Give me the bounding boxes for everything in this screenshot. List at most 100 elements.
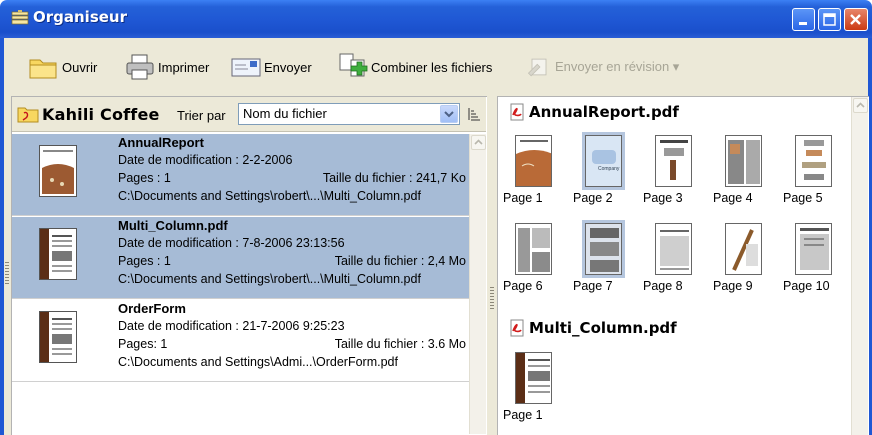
page-thumbnail bbox=[582, 220, 625, 278]
close-icon bbox=[850, 14, 861, 25]
sort-direction-icon[interactable] bbox=[467, 107, 481, 121]
file-row[interactable]: OrderForm Date de modification : 21-7-20… bbox=[12, 300, 476, 382]
page-label: Page 6 bbox=[503, 279, 543, 293]
pdf-icon bbox=[510, 103, 524, 121]
window-title: Organiseur bbox=[33, 8, 128, 26]
page-label: Page 1 bbox=[503, 191, 543, 205]
page-label: Page 1 bbox=[503, 408, 543, 422]
document-title: AnnualReport.pdf bbox=[508, 103, 679, 121]
send-for-review-button[interactable]: Envoyer en révision ▾ bbox=[525, 51, 679, 83]
page-thumbnail-cell[interactable]: Page 1 bbox=[503, 135, 565, 205]
page-thumbnail-cell[interactable]: Company Page 2 bbox=[573, 132, 635, 205]
pages-preview-pane: AnnualReport.pdf Page 1 Company Page 2 Page… bbox=[497, 96, 869, 435]
page-thumbnail bbox=[515, 223, 552, 275]
send-label[interactable]: Envoyer bbox=[264, 60, 312, 75]
chevron-up-icon bbox=[474, 139, 483, 145]
printer-icon bbox=[126, 54, 154, 80]
open-label: Ouvrir bbox=[62, 59, 98, 75]
preview-scrollbar[interactable] bbox=[851, 97, 868, 435]
document-title-label: Multi_Column.pdf bbox=[529, 319, 677, 337]
maximize-button[interactable] bbox=[818, 8, 841, 31]
close-button[interactable] bbox=[844, 8, 868, 31]
page-thumbnail-cell[interactable]: Page 1 bbox=[503, 352, 565, 422]
folder-open-icon bbox=[29, 59, 57, 79]
pdf-folder-icon bbox=[17, 107, 39, 123]
page-label: Page 7 bbox=[573, 279, 613, 293]
print-label: Imprimer bbox=[158, 59, 210, 75]
page-label: Page 2 bbox=[573, 191, 613, 205]
file-path: C:\Documents and Settings\robert\...\Mul… bbox=[118, 272, 421, 286]
file-date: Date de modification : 21-7-2006 9:25:23 bbox=[118, 319, 345, 333]
page-thumbnail-cell[interactable]: Page 10 bbox=[783, 223, 845, 293]
page-thumbnail-cell[interactable]: Page 6 bbox=[503, 223, 565, 293]
page-label: Page 9 bbox=[713, 279, 753, 293]
file-list-scrollbar[interactable] bbox=[469, 134, 486, 434]
page-thumbnail-cell[interactable]: Page 9 bbox=[713, 223, 775, 293]
maximize-icon bbox=[823, 13, 836, 26]
file-thumbnail bbox=[39, 311, 77, 363]
sort-label: Trier par bbox=[177, 108, 226, 123]
chevron-down-icon[interactable] bbox=[440, 105, 458, 123]
file-list-pane: Kahili Coffee Trier par Nom du fichier A… bbox=[11, 96, 487, 435]
folder-name: Kahili Coffee bbox=[42, 105, 160, 124]
document-title-label: AnnualReport.pdf bbox=[529, 103, 679, 121]
page-thumbnail-cell[interactable]: Page 3 bbox=[643, 135, 705, 205]
minimize-icon bbox=[799, 22, 807, 25]
file-name: Multi_Column.pdf bbox=[118, 218, 228, 233]
file-date: Date de modification : 7-8-2006 23:13:56 bbox=[118, 236, 345, 250]
page-thumbnail bbox=[725, 223, 762, 275]
file-path: C:\Documents and Settings\robert\...\Mul… bbox=[118, 189, 421, 203]
file-thumbnail bbox=[39, 228, 77, 280]
page-label: Page 8 bbox=[643, 279, 683, 293]
file-name: OrderForm bbox=[118, 301, 186, 316]
svg-text:Company: Company bbox=[598, 166, 620, 172]
combine-files-button[interactable]: Combiner les fichiers bbox=[337, 51, 492, 83]
toolbar: Ouvrir Imprimer Envoyer Combiner les fic… bbox=[0, 38, 872, 96]
page-label: Page 4 bbox=[713, 191, 753, 205]
review-icon bbox=[527, 58, 547, 77]
file-size: Taille du fichier : 241,7 Ko bbox=[322, 171, 466, 185]
page-thumbnail bbox=[795, 223, 832, 275]
page-thumbnail-cell[interactable]: Page 7 bbox=[573, 220, 635, 293]
file-pages: Pages: 1 bbox=[118, 337, 168, 351]
pdf-icon bbox=[510, 319, 524, 337]
minimize-button[interactable] bbox=[792, 8, 815, 31]
file-date: Date de modification : 2-2-2006 bbox=[118, 153, 293, 167]
page-thumbnail: Company bbox=[582, 132, 625, 190]
page-thumbnail bbox=[515, 352, 552, 404]
file-size: Taille du fichier : 2,4 Mo bbox=[334, 254, 466, 268]
send-button[interactable]: Envoyer bbox=[230, 51, 312, 83]
scroll-up-button[interactable] bbox=[853, 98, 868, 113]
email-icon bbox=[231, 58, 261, 77]
page-label: Page 10 bbox=[783, 279, 830, 293]
page-label: Page 3 bbox=[643, 191, 683, 205]
page-thumbnail-cell[interactable]: Page 8 bbox=[643, 223, 705, 293]
page-label: Page 5 bbox=[783, 191, 823, 205]
open-button[interactable]: Ouvrir bbox=[28, 51, 97, 83]
combine-files-icon bbox=[339, 53, 368, 77]
page-thumbnail bbox=[655, 223, 692, 275]
sort-value: Nom du fichier bbox=[243, 106, 327, 121]
file-pages: Pages : 1 bbox=[118, 171, 171, 185]
left-splitter-grip[interactable] bbox=[5, 262, 9, 286]
sort-select[interactable]: Nom du fichier bbox=[238, 103, 460, 125]
print-button[interactable]: Imprimer bbox=[124, 51, 209, 83]
page-thumbnail bbox=[795, 135, 832, 187]
organizer-icon bbox=[11, 10, 29, 25]
file-size: Taille du fichier : 3.6 Mo bbox=[334, 337, 466, 351]
scroll-up-button[interactable] bbox=[471, 135, 486, 150]
page-thumbnail-cell[interactable]: Page 5 bbox=[783, 135, 845, 205]
file-name: AnnualReport bbox=[118, 135, 204, 150]
file-path: C:\Documents and Settings\Admi...\OrderF… bbox=[118, 355, 398, 369]
chevron-up-icon bbox=[856, 102, 865, 108]
file-row[interactable]: Multi_Column.pdf Date de modification : … bbox=[12, 217, 476, 299]
page-thumbnail-cell[interactable]: Page 4 bbox=[713, 135, 775, 205]
combine-label: Combiner les fichiers bbox=[371, 59, 493, 75]
center-splitter-grip[interactable] bbox=[490, 287, 494, 311]
page-thumbnail bbox=[655, 135, 692, 187]
page-thumbnail bbox=[515, 135, 552, 187]
document-title: Multi_Column.pdf bbox=[508, 319, 677, 337]
review-label: Envoyer en révision ▾ bbox=[555, 59, 680, 74]
file-row[interactable]: AnnualReport Date de modification : 2-2-… bbox=[12, 134, 476, 216]
file-thumbnail bbox=[39, 145, 77, 197]
